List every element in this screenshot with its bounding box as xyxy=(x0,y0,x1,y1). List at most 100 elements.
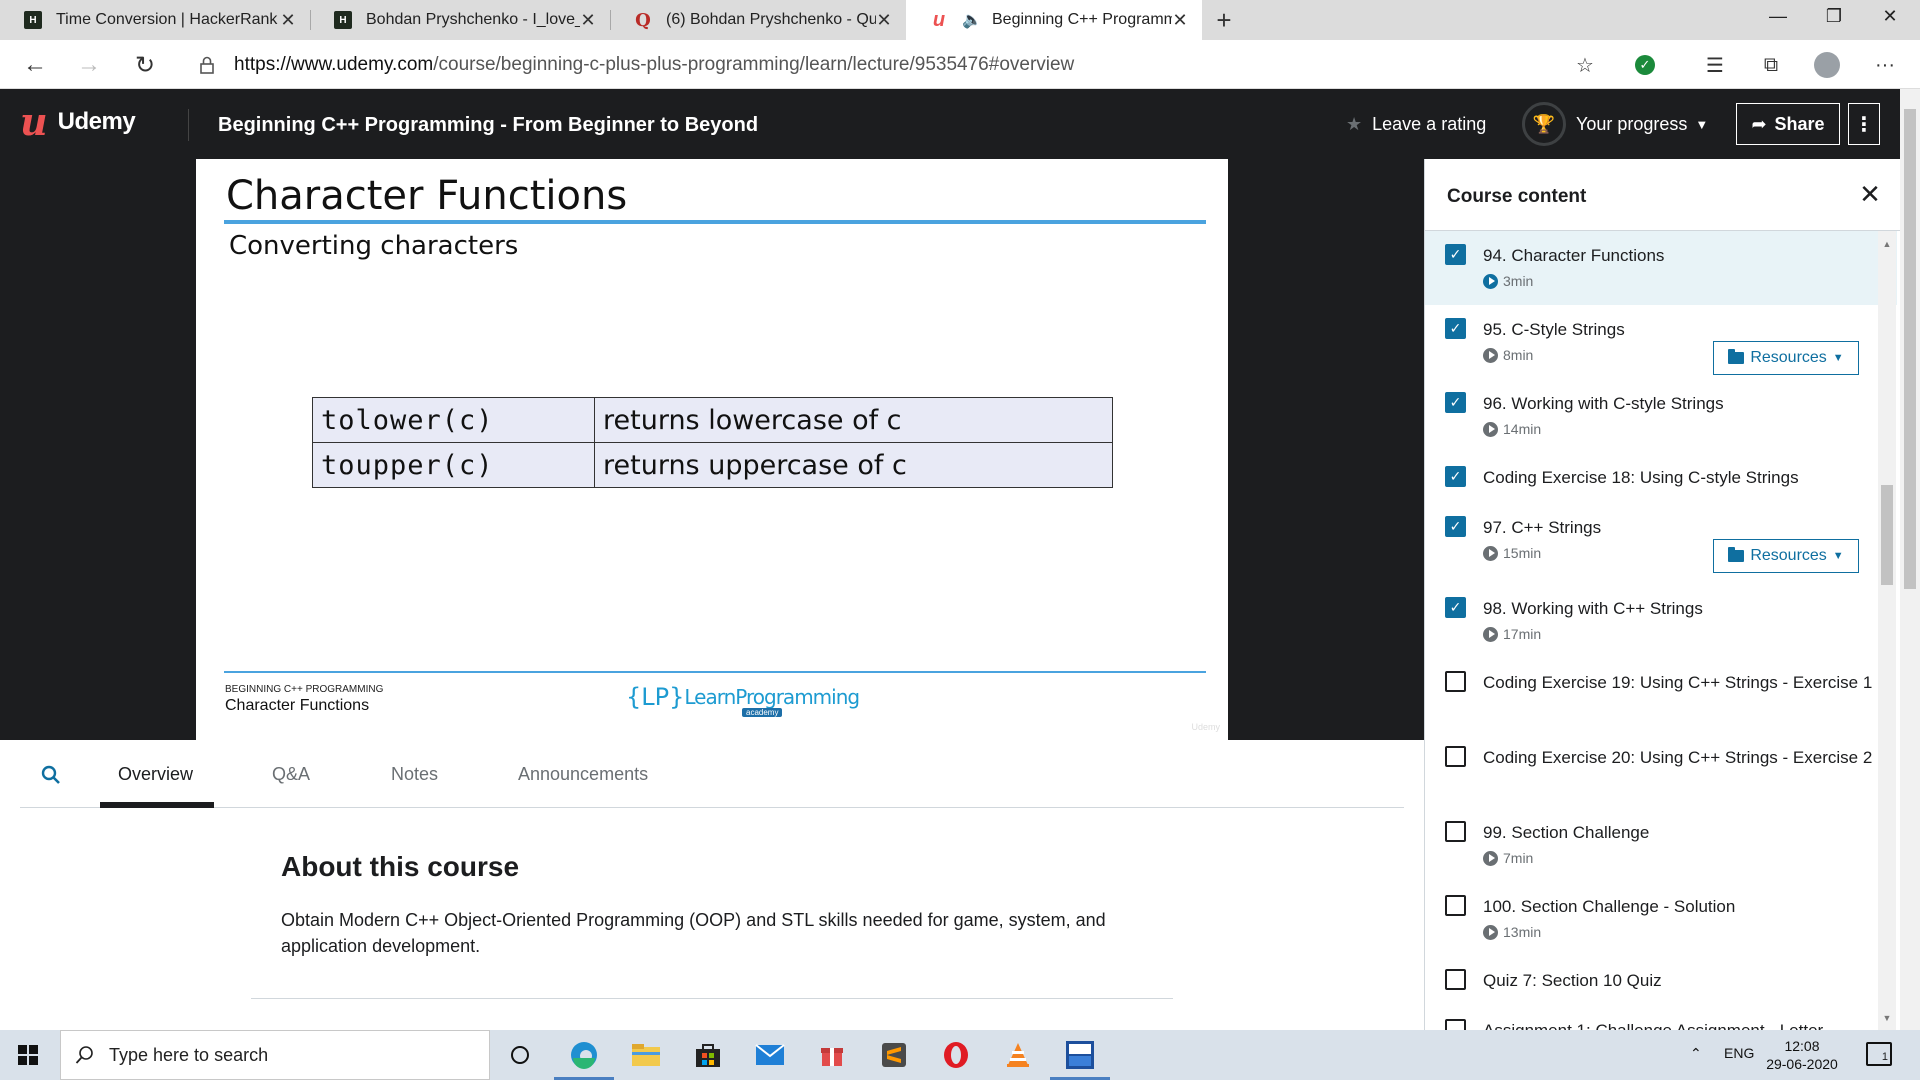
mail-icon[interactable] xyxy=(750,1037,790,1073)
minimize-icon[interactable]: — xyxy=(1750,0,1806,32)
list-item[interactable]: Quiz 7: Section 10 Quiz xyxy=(1425,956,1897,1006)
forward-arrow-icon[interactable]: → xyxy=(72,48,106,82)
file-explorer-icon[interactable] xyxy=(626,1037,666,1073)
course-title[interactable]: Beginning C++ Programming - From Beginne… xyxy=(218,114,758,137)
list-item[interactable]: Coding Exercise 20: Using C++ Strings - … xyxy=(1425,733,1897,808)
edge-browser-icon[interactable] xyxy=(554,1037,614,1080)
sublime-text-icon[interactable] xyxy=(874,1037,914,1073)
list-item[interactable]: ✓ 94. Character Functions 3min xyxy=(1425,231,1897,305)
reload-icon[interactable]: ↻ xyxy=(128,48,162,82)
completed-checkbox[interactable]: ✓ xyxy=(1445,318,1466,339)
cortana-icon[interactable] xyxy=(500,1037,540,1073)
close-icon[interactable]: ✕ xyxy=(1855,179,1885,209)
extension-check-icon[interactable]: ✓ xyxy=(1630,50,1660,80)
page-scrollbar[interactable] xyxy=(1900,89,1920,1030)
incomplete-checkbox[interactable] xyxy=(1445,746,1466,767)
leave-rating-button[interactable]: ★ Leave a rating xyxy=(1346,114,1486,135)
slide-title: Character Functions xyxy=(226,173,628,219)
incomplete-checkbox[interactable] xyxy=(1445,1019,1466,1030)
maximize-icon[interactable]: ❐ xyxy=(1806,0,1862,32)
browser-tab-1[interactable]: H Time Conversion | HackerRank ✕ xyxy=(0,0,310,40)
completed-checkbox[interactable]: ✓ xyxy=(1445,516,1466,537)
list-item[interactable]: 100. Section Challenge - Solution 13min xyxy=(1425,882,1897,956)
sidebar-scrollbar[interactable]: ▲ ▼ xyxy=(1878,231,1896,1030)
udemy-logo[interactable]: u Udemy xyxy=(20,103,136,141)
completed-checkbox[interactable]: ✓ xyxy=(1445,392,1466,413)
scroll-down-arrow-icon[interactable]: ▼ xyxy=(1878,1013,1896,1023)
lecture-duration: 3min xyxy=(1503,273,1534,289)
video-player[interactable]: Character Functions Converting character… xyxy=(0,159,1424,740)
microsoft-store-icon[interactable] xyxy=(688,1037,728,1073)
lecture-duration: 13min xyxy=(1503,924,1542,940)
udemy-watermark: Udemy xyxy=(1191,722,1220,732)
more-options-icon[interactable]: ··· xyxy=(1870,50,1900,80)
clock-date: 29-06-2020 xyxy=(1766,1056,1838,1072)
share-button[interactable]: ➦ Share xyxy=(1736,103,1840,145)
scroll-up-arrow-icon[interactable]: ▲ xyxy=(1878,239,1896,249)
completed-checkbox[interactable]: ✓ xyxy=(1445,466,1466,487)
completed-checkbox[interactable]: ✓ xyxy=(1445,597,1466,618)
chevron-up-icon[interactable]: ⌃ xyxy=(1690,1045,1702,1062)
resources-button[interactable]: Resources ▼ xyxy=(1713,341,1859,375)
browser-tab-2[interactable]: H Bohdan Pryshchenko - I_love_Ta ✕ xyxy=(310,0,610,40)
more-vertical-icon[interactable]: ⋮ xyxy=(1848,103,1880,145)
list-item[interactable]: 99. Section Challenge 7min xyxy=(1425,808,1897,882)
tab-notes[interactable]: Notes xyxy=(391,764,438,785)
close-window-icon[interactable]: ✕ xyxy=(1862,0,1918,32)
favorite-star-icon[interactable]: ☆ xyxy=(1570,50,1600,80)
profile-avatar-icon[interactable] xyxy=(1812,50,1842,80)
tab-overview[interactable]: Overview xyxy=(118,764,193,785)
url-field[interactable]: https://www.udemy.com/course/beginning-c… xyxy=(180,46,1580,83)
collections-icon[interactable]: ⧉ xyxy=(1756,50,1786,80)
browser-tab-4-active[interactable]: u 🔈 Beginning C++ Programmi ✕ xyxy=(906,0,1202,40)
your-progress-button[interactable]: 🏆 Your progress ▼ xyxy=(1522,102,1708,146)
about-divider xyxy=(251,998,1173,999)
incomplete-checkbox[interactable] xyxy=(1445,969,1466,990)
windows-start-icon[interactable] xyxy=(18,1045,38,1065)
close-tab-icon[interactable]: ✕ xyxy=(280,10,296,31)
taskbar-clock[interactable]: 12:08 29-06-2020 xyxy=(1762,1037,1842,1073)
star-icon: ★ xyxy=(1346,114,1363,134)
lecture-title: 100. Section Challenge - Solution xyxy=(1483,897,1736,916)
function-code-cell: toupper(c) xyxy=(312,442,595,488)
slide-footer-course: BEGINNING C++ PROGRAMMING xyxy=(225,684,384,695)
tab-announcements[interactable]: Announcements xyxy=(518,764,648,785)
dev-cpp-icon[interactable] xyxy=(1050,1037,1110,1080)
completed-checkbox[interactable]: ✓ xyxy=(1445,244,1466,265)
notification-center-icon[interactable]: 1 xyxy=(1866,1042,1892,1066)
list-item[interactable]: ✓ 96. Working with C-style Strings 14min xyxy=(1425,379,1897,453)
search-icon[interactable] xyxy=(40,764,62,786)
list-item[interactable]: ✓ 95. C-Style Strings 8min Resources ▼ xyxy=(1425,305,1897,379)
play-icon xyxy=(1483,850,1498,866)
list-item[interactable]: ✓ 97. C++ Strings 15min Resources ▼ xyxy=(1425,503,1897,584)
lecture-title: 98. Working with C++ Strings xyxy=(1483,599,1703,618)
list-item[interactable]: Coding Exercise 19: Using C++ Strings - … xyxy=(1425,658,1897,733)
vlc-player-icon[interactable] xyxy=(998,1037,1038,1073)
speaker-icon[interactable]: 🔈 xyxy=(962,10,984,30)
lecture-slide: Character Functions Converting character… xyxy=(196,159,1228,740)
new-tab-button[interactable]: + xyxy=(1208,4,1240,36)
opera-browser-icon[interactable] xyxy=(936,1037,976,1073)
page-scrollbar-thumb[interactable] xyxy=(1904,109,1916,589)
list-item[interactable]: ✓ Coding Exercise 18: Using C-style Stri… xyxy=(1425,453,1897,503)
scrollbar-thumb[interactable] xyxy=(1881,485,1893,585)
assignment-title: Assignment 1: Challenge Assignment - Let… xyxy=(1483,1018,1883,1030)
folder-icon xyxy=(1728,349,1745,364)
tab-qa[interactable]: Q&A xyxy=(272,764,310,785)
taskbar-search[interactable]: Type here to search xyxy=(60,1030,490,1080)
close-tab-icon[interactable]: ✕ xyxy=(580,10,596,31)
gift-app-icon[interactable] xyxy=(812,1037,852,1073)
incomplete-checkbox[interactable] xyxy=(1445,821,1466,842)
your-progress-label: Your progress xyxy=(1576,113,1688,134)
list-item[interactable]: ✓ 98. Working with C++ Strings 17min xyxy=(1425,584,1897,658)
incomplete-checkbox[interactable] xyxy=(1445,895,1466,916)
back-arrow-icon[interactable]: ← xyxy=(18,48,52,82)
browser-tab-3[interactable]: Q (6) Bohdan Pryshchenko - Quora ✕ xyxy=(610,0,906,40)
incomplete-checkbox[interactable] xyxy=(1445,671,1466,692)
list-item[interactable]: Assignment 1: Challenge Assignment - Let… xyxy=(1425,1006,1897,1030)
close-tab-icon[interactable]: ✕ xyxy=(876,10,892,31)
close-tab-icon[interactable]: ✕ xyxy=(1172,10,1188,31)
language-indicator[interactable]: ENG xyxy=(1724,1045,1754,1061)
favorites-list-icon[interactable]: ☰ xyxy=(1700,50,1730,80)
resources-button[interactable]: Resources ▼ xyxy=(1713,539,1859,573)
